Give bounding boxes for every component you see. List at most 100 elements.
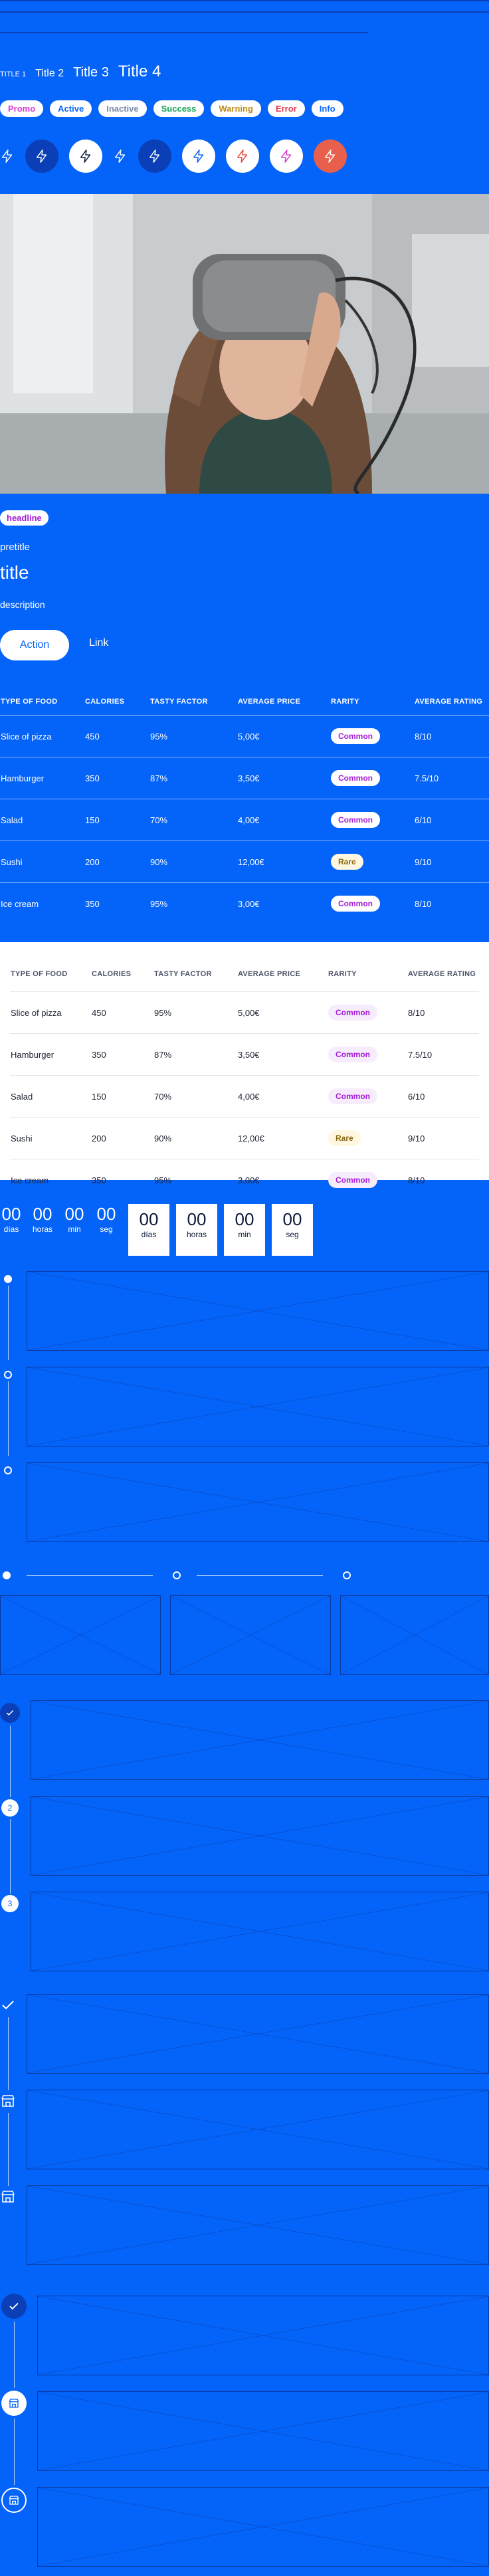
action-button[interactable]: Action — [0, 630, 69, 660]
timeline-connector — [197, 1575, 323, 1576]
timeline-dot-active — [3, 1571, 11, 1579]
card-title: title — [0, 562, 29, 583]
column-header: CALORIES — [92, 970, 132, 978]
title-4: Title 4 — [118, 62, 161, 80]
countdown-value: 00 — [139, 1209, 159, 1229]
timeline-connector — [8, 1286, 9, 1360]
food-table-dark: TYPE OF FOOD CALORIES TASTY FACTOR AVERA… — [0, 688, 489, 924]
lightning-icon[interactable] — [314, 140, 347, 173]
table-row: Salad 150 70% 4,00€ Common 6/10 — [10, 1075, 479, 1118]
cell-rating: 6/10 — [414, 799, 489, 841]
timeline-connector — [14, 2322, 15, 2388]
cell-price: 5,00€ — [237, 715, 330, 757]
countdown-days: 00 días — [0, 1204, 23, 1234]
timeline-connector — [27, 1575, 153, 1576]
countdown-seconds: 00 seg — [94, 1204, 118, 1234]
cell-rating: 8/10 — [407, 1159, 479, 1201]
countdown-label: min — [238, 1230, 251, 1239]
rarity-badge: Common — [328, 1046, 377, 1062]
check-icon — [0, 1997, 16, 2017]
cell-rarity: Common — [328, 1033, 407, 1076]
cell-food: Sushi — [0, 841, 84, 883]
countdown-label: horas — [32, 1225, 53, 1234]
badge-error: Error — [267, 100, 305, 117]
store-icon — [1, 2488, 27, 2513]
rarity-badge: Common — [331, 770, 380, 786]
header-progress-line — [0, 32, 368, 33]
timeline-connector — [14, 2419, 15, 2485]
lightning-icon[interactable] — [270, 140, 303, 173]
lightning-icon[interactable] — [69, 140, 102, 173]
cell-calories: 450 — [91, 991, 153, 1034]
cell-rating: 6/10 — [407, 1075, 479, 1118]
cell-tasty: 70% — [149, 799, 237, 841]
countdown-value: 00 — [187, 1209, 207, 1229]
cell-food: Slice of pizza — [0, 715, 84, 757]
placeholder-image — [31, 1700, 489, 1780]
cell-tasty: 95% — [149, 882, 237, 924]
lightning-icon[interactable] — [113, 140, 128, 173]
cell-calories: 350 — [84, 757, 149, 799]
countdown-minutes: 00 min — [62, 1204, 86, 1234]
cell-rating: 9/10 — [414, 841, 489, 883]
lightning-icon[interactable] — [182, 140, 215, 173]
cell-rarity: Common — [328, 1159, 407, 1201]
timeline-connector — [10, 1819, 11, 1894]
cell-rarity: Rare — [330, 841, 414, 883]
lightning-icon[interactable] — [0, 140, 15, 173]
badge-info: Info — [311, 100, 343, 117]
cell-tasty: 95% — [153, 991, 237, 1034]
table-row: Ice cream 350 95% 3,00€ Common 8/10 — [0, 882, 489, 924]
timeline-dot — [4, 1466, 12, 1474]
column-header: TYPE OF FOOD — [1, 698, 58, 706]
countdown-label: seg — [100, 1225, 113, 1234]
lightning-icon[interactable] — [138, 140, 171, 173]
column-header: AVERAGE RATING — [415, 698, 483, 706]
cell-price: 12,00€ — [237, 841, 330, 883]
title-1: TITLE 1 — [0, 70, 27, 78]
column-header: AVERAGE RATING — [408, 970, 476, 978]
badge-warning: Warning — [211, 100, 261, 117]
cell-calories: 450 — [84, 715, 149, 757]
cell-tasty: 90% — [153, 1117, 237, 1159]
lightning-icon[interactable] — [25, 140, 58, 173]
lightning-icon[interactable] — [226, 140, 259, 173]
cell-tasty: 70% — [153, 1075, 237, 1118]
column-header: AVERAGE PRICE — [238, 698, 301, 706]
cell-food: Slice of pizza — [10, 991, 91, 1034]
cell-price: 3,50€ — [237, 757, 330, 799]
timeline-dot-active — [4, 1275, 12, 1283]
table-row: Salad 150 70% 4,00€ Common 6/10 — [0, 799, 489, 841]
countdown-value: 00 — [282, 1209, 302, 1229]
header-line — [0, 11, 489, 13]
cell-food: Ice cream — [0, 882, 84, 924]
cell-tasty: 90% — [149, 841, 237, 883]
cell-food: Ice cream — [10, 1159, 91, 1201]
column-header: TYPE OF FOOD — [11, 970, 68, 978]
cell-price: 3,00€ — [237, 882, 330, 924]
column-header: TASTY FACTOR — [154, 970, 212, 978]
cell-tasty: 87% — [153, 1033, 237, 1076]
card-description: description — [0, 599, 45, 610]
rarity-badge: Common — [331, 728, 380, 744]
badge-inactive: Inactive — [98, 100, 147, 117]
cell-rarity: Common — [330, 757, 414, 799]
cell-food: Hamburger — [0, 757, 84, 799]
cell-rating: 8/10 — [414, 715, 489, 757]
countdown-hours: 00 horas — [29, 1204, 56, 1234]
cell-rarity: Common — [330, 799, 414, 841]
countdown-value: 00 — [64, 1204, 84, 1224]
placeholder-image — [27, 1994, 489, 2074]
placeholder-image — [27, 1462, 489, 1542]
countdown-box-minutes: 00 min — [224, 1204, 265, 1256]
store-icon — [1, 2391, 27, 2416]
table-row: Sushi 200 90% 12,00€ Rare 9/10 — [0, 841, 489, 883]
step-number: 2 — [1, 1799, 19, 1817]
cell-rarity: Common — [330, 715, 414, 757]
link-button[interactable]: Link — [89, 637, 108, 649]
placeholder-image — [31, 1796, 489, 1876]
cell-food: Hamburger — [10, 1033, 91, 1076]
column-header: CALORIES — [85, 698, 125, 706]
check-icon — [1, 2294, 27, 2319]
timeline-connector — [8, 1381, 9, 1456]
